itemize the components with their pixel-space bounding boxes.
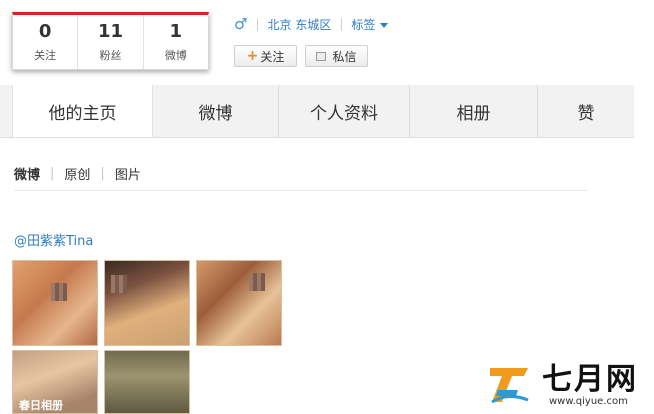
stat-followers-label: 粉丝 [99,49,122,62]
profile-tabs: 他的主页 微博 个人资料 相册 赞 [0,85,634,138]
subnav-divider [14,190,587,191]
post-photo-thumbnail[interactable] [196,260,282,346]
stat-following[interactable]: 0 关注 [13,15,77,69]
location-link[interactable]: 北京 东城区 [268,16,332,33]
post-photo-thumbnail[interactable]: 春日相册 [12,350,98,414]
tags-label: 标签 [351,17,376,32]
pixelated-face [111,275,127,293]
watermark-url: www.qiyue.com [549,396,628,407]
tab-likes[interactable]: 赞 [538,85,634,137]
tab-profile-info[interactable]: 个人资料 [279,85,410,137]
subnav-pictures[interactable]: 图片 [115,164,141,183]
subnav-weibo[interactable]: 微博 [14,164,40,183]
watermark-brand: 七月网 [542,362,638,397]
stat-following-label: 关注 [34,49,57,62]
stat-posts-count: 1 [169,21,183,42]
follow-button[interactable]: + 关注 [234,45,297,67]
stat-followers[interactable]: 11 粉丝 [77,15,142,69]
stat-posts[interactable]: 1 微博 [142,15,208,69]
post-photo-thumbnail[interactable] [12,260,98,346]
divider: | [255,17,260,31]
profile-info-row: ♂ | 北京 东城区 | 标签 [234,13,389,35]
tab-home[interactable]: 他的主页 [12,85,153,137]
weibo-subnav: 微博 | 原创 | 图片 [14,164,141,183]
post-photo-thumbnail[interactable] [104,350,190,414]
divider: | [339,17,344,31]
follow-label: 关注 [260,49,285,64]
subnav-original[interactable]: 原创 [64,164,90,183]
male-icon: ♂ [234,15,248,33]
photo-caption: 春日相册 [19,399,63,412]
message-icon [316,51,327,61]
plus-icon: + [246,48,259,64]
pixelated-face [249,273,265,291]
tab-weibo[interactable]: 微博 [153,85,279,137]
chevron-down-icon [380,22,389,28]
stat-following-count: 0 [38,21,52,42]
divider: | [100,166,105,181]
pixelated-face [51,283,67,301]
stat-posts-label: 微博 [164,49,187,62]
tags-dropdown[interactable]: 标签 [351,16,389,33]
post-author-link[interactable]: @田紫紫Tina [14,230,93,249]
stat-followers-count: 11 [97,21,124,42]
message-label: 私信 [332,49,357,64]
post-photo-thumbnail[interactable] [104,260,190,346]
profile-stats-card: 0 关注 11 粉丝 1 微博 [12,12,209,70]
tab-album[interactable]: 相册 [410,85,538,137]
qiyue-logo-icon [490,368,529,404]
divider: | [50,166,55,181]
message-button[interactable]: 私信 [305,45,368,67]
